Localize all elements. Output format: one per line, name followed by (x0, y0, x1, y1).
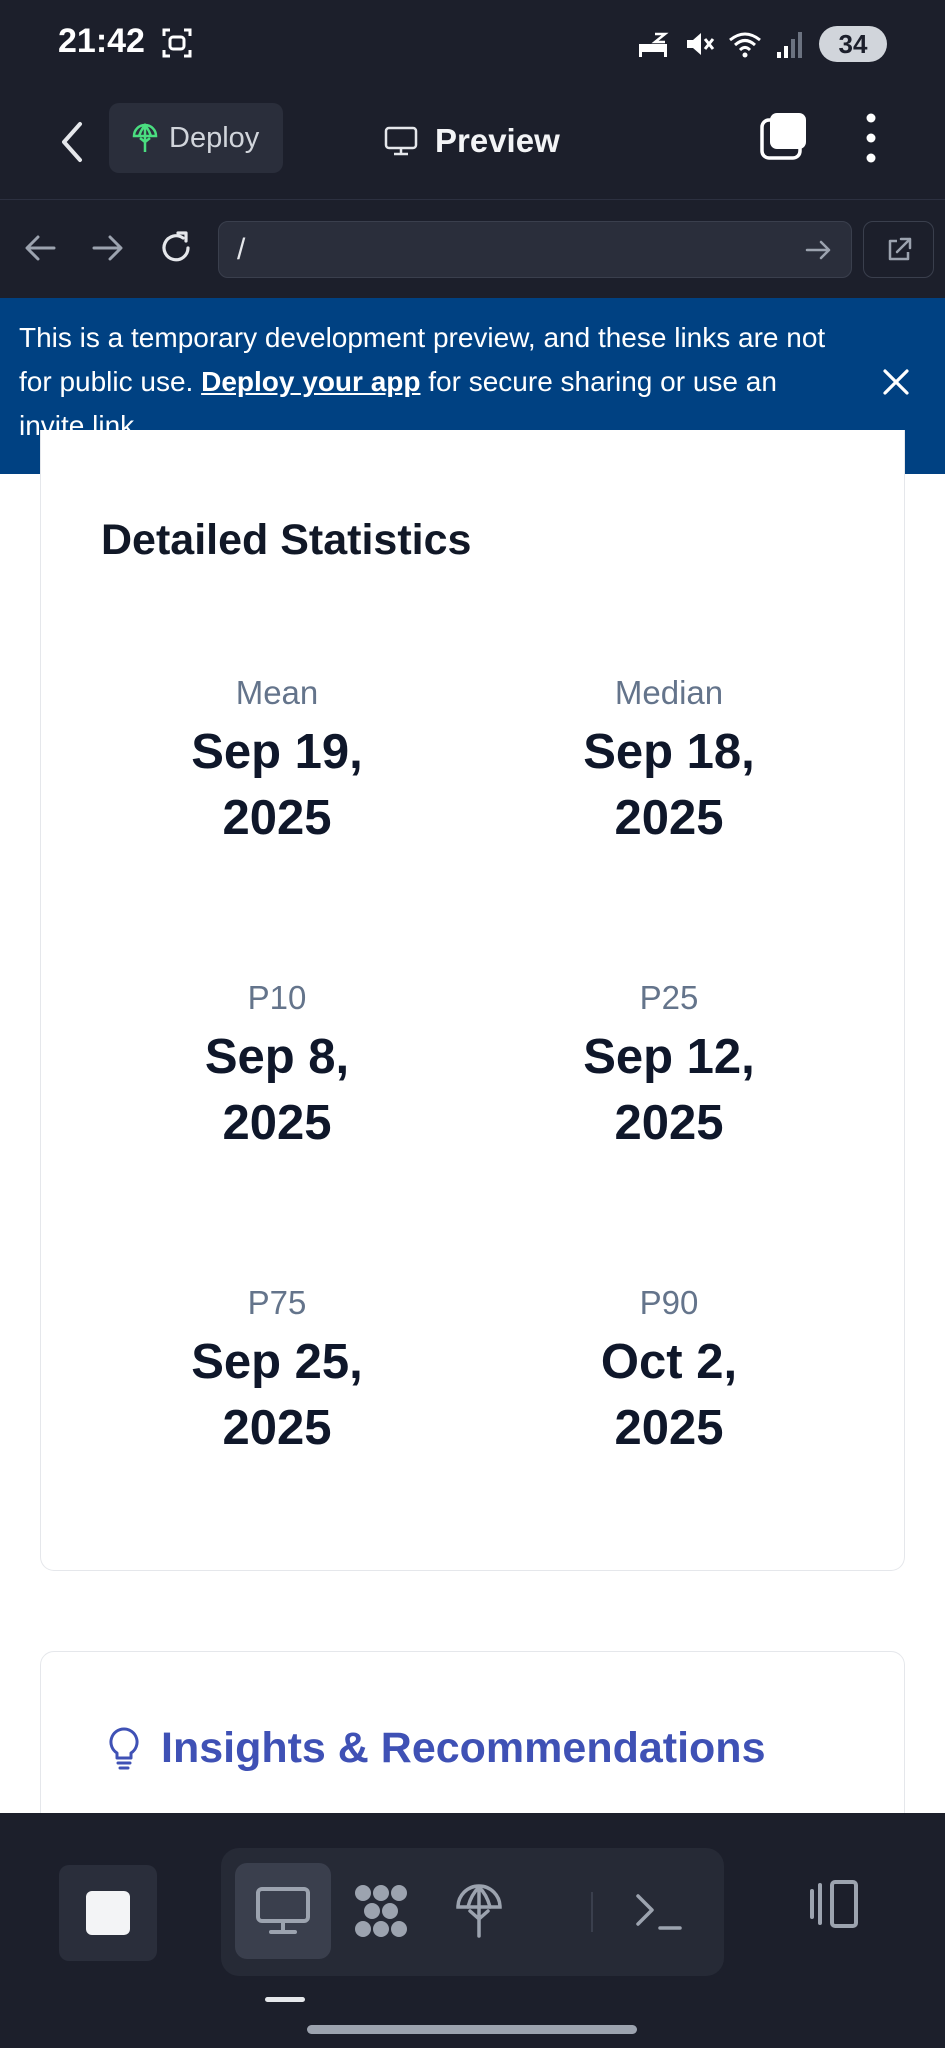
terminal-icon (636, 1894, 682, 1930)
stat-label: P90 (639, 1284, 699, 1321)
open-external-button[interactable] (863, 221, 934, 278)
signal-icon (777, 32, 802, 58)
stat-value: Oct 2, 2025 (504, 1329, 834, 1461)
deploy-label: Deploy (169, 121, 260, 154)
stat-value-line1: Sep 8, (204, 1030, 350, 1084)
insights-heading: Insights & Recommendations (107, 1724, 765, 1773)
stat-label: P10 (247, 979, 307, 1016)
app-bar: Deploy Preview (0, 90, 945, 200)
stop-icon (86, 1891, 130, 1935)
shell-tool-button[interactable] (611, 1863, 707, 1959)
stat-value-line2: 2025 (222, 791, 332, 845)
stat-label: Mean (235, 674, 319, 711)
screen-record-icon (162, 28, 192, 58)
browser-back-icon[interactable] (20, 228, 60, 268)
stat-value: Sep 18, 2025 (504, 719, 834, 851)
status-time: 21:42 (58, 22, 145, 60)
back-button[interactable] (50, 114, 94, 170)
wifi-icon (729, 32, 761, 58)
stat-value: Sep 8, 2025 (112, 1024, 442, 1156)
stat-value-line2: 2025 (614, 1401, 724, 1455)
stat-value-line1: Sep 12, (583, 1030, 755, 1084)
preview-tool-button[interactable] (235, 1863, 331, 1959)
deploy-icon (456, 1884, 502, 1938)
tabs-button[interactable] (758, 110, 810, 162)
go-arrow-icon[interactable] (803, 234, 835, 266)
stat-label: P25 (639, 979, 699, 1016)
sleep-mode-icon (639, 32, 669, 57)
reload-icon[interactable] (156, 228, 196, 268)
grid-dots-icon (355, 1885, 407, 1937)
stat-p90: P90 Oct 2, 2025 (504, 1283, 834, 1461)
lightbulb-icon (109, 1726, 139, 1769)
stat-value-line2: 2025 (614, 791, 724, 845)
stat-value-line1: Sep 25, (191, 1335, 363, 1389)
battery-indicator: 34 (819, 26, 887, 62)
external-link-icon (888, 237, 911, 260)
workspace-tool-button[interactable] (333, 1863, 429, 1959)
more-options-icon[interactable] (858, 108, 884, 168)
url-bar: / (0, 200, 945, 298)
url-text: / (237, 232, 246, 266)
insights-title: Insights & Recommendations (161, 1724, 766, 1772)
stat-value-line1: Sep 19, (191, 725, 363, 779)
monitor-icon (384, 126, 418, 156)
stat-value: Sep 19, 2025 (112, 719, 442, 851)
status-bar: 21:42 34 (0, 0, 945, 90)
toolbar-divider (591, 1892, 593, 1932)
stat-value-line2: 2025 (222, 1401, 332, 1455)
stat-p10: P10 Sep 8, 2025 (112, 978, 442, 1156)
stat-p25: P25 Sep 12, 2025 (504, 978, 834, 1156)
browser-forward-icon[interactable] (88, 228, 128, 268)
stat-value-line1: Oct 2, (600, 1335, 738, 1389)
detailed-statistics-card: Detailed Statistics Mean Sep 19, 2025 Me… (40, 430, 905, 1571)
active-tab-indicator (265, 1997, 305, 2002)
stop-button[interactable] (59, 1865, 157, 1961)
stat-value-line1: Sep 18, (583, 725, 755, 779)
mute-icon (687, 33, 715, 55)
stat-p75: P75 Sep 25, 2025 (112, 1283, 442, 1461)
close-icon[interactable] (878, 364, 914, 400)
home-indicator[interactable] (307, 2025, 637, 2034)
url-input[interactable]: / (218, 221, 852, 278)
monitor-icon (256, 1887, 310, 1934)
deploy-app-link[interactable]: Deploy your app (201, 366, 420, 397)
deploy-tool-button[interactable] (431, 1863, 527, 1959)
stats-title: Detailed Statistics (101, 516, 472, 564)
stat-median: Median Sep 18, 2025 (504, 673, 834, 851)
stat-value-line2: 2025 (614, 1096, 724, 1150)
stat-value: Sep 25, 2025 (112, 1329, 442, 1461)
stat-value: Sep 12, 2025 (504, 1024, 834, 1156)
bottom-toolbar (0, 1813, 945, 2048)
stat-label: P75 (247, 1284, 307, 1321)
stat-label: Median (614, 674, 724, 711)
banner-text: This is a temporary development preview,… (19, 316, 829, 448)
deploy-icon (132, 122, 158, 152)
tool-group (221, 1848, 724, 1976)
panels-icon[interactable] (800, 1869, 870, 1939)
status-icons: 34 (635, 24, 887, 64)
preview-tab[interactable]: Preview (383, 113, 560, 169)
stat-mean: Mean Sep 19, 2025 (112, 673, 442, 851)
stat-value-line2: 2025 (222, 1096, 332, 1150)
preview-label: Preview (435, 122, 560, 159)
deploy-button[interactable]: Deploy (109, 103, 283, 173)
